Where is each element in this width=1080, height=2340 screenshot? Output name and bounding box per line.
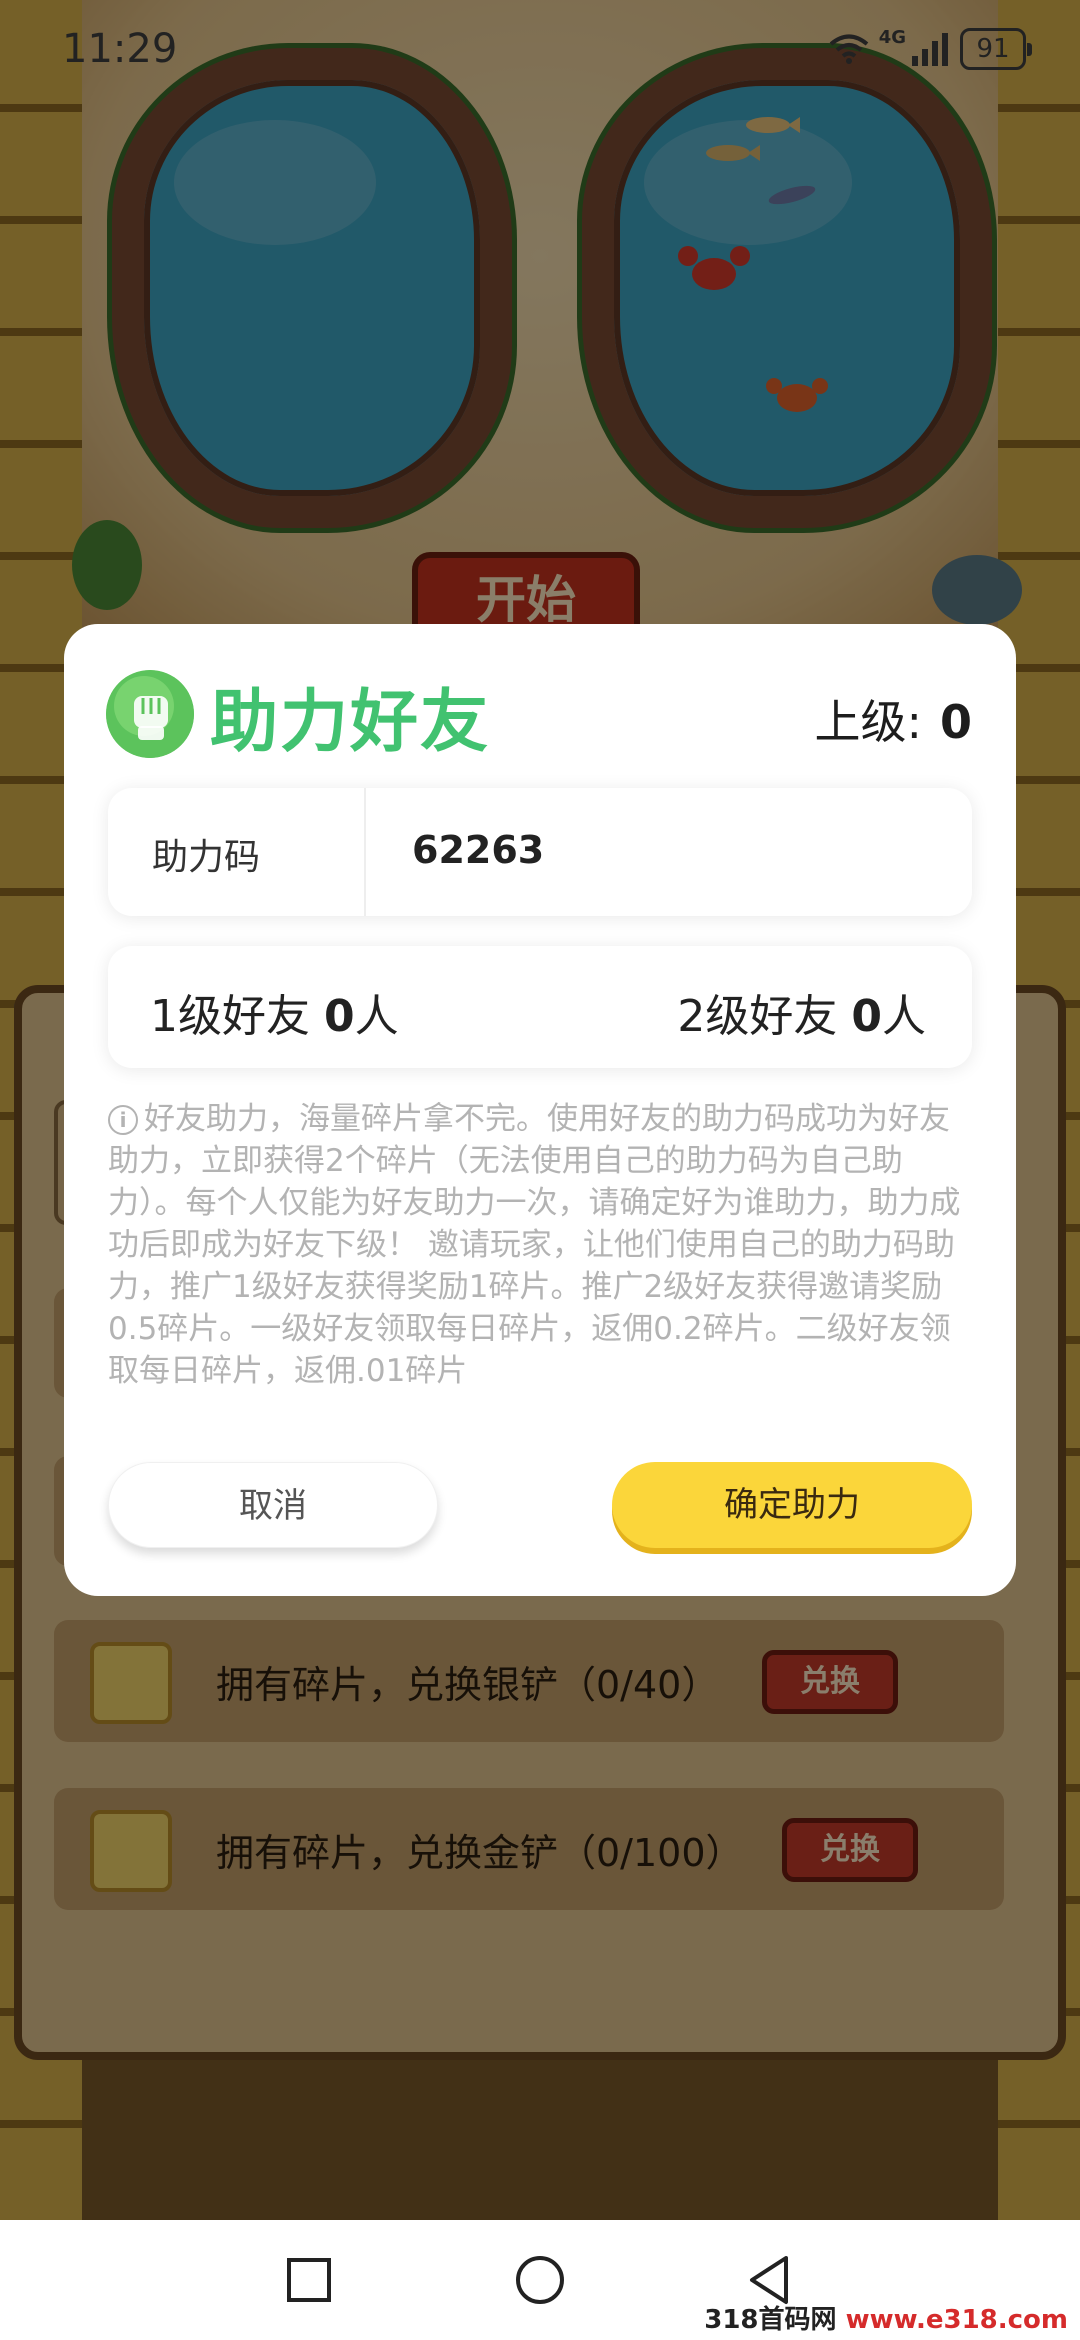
superior-value: 0: [939, 695, 972, 749]
status-bar: 11:29 4G 91: [0, 0, 1080, 92]
navigation-bar: 318首码网 www.e318.com: [0, 2220, 1080, 2340]
status-time: 11:29: [62, 26, 178, 72]
info-icon: i: [108, 1105, 138, 1135]
wifi-icon: [829, 34, 868, 64]
recents-icon[interactable]: [279, 2250, 339, 2310]
assist-code-box: 助力码 62263: [108, 788, 972, 916]
watermark-url: www.e318.com: [845, 2305, 1068, 2335]
level1-friends-label: 1级好友: [150, 991, 310, 1042]
level2-friends-label: 2级好友: [677, 991, 838, 1042]
status-icons: 4G 91: [829, 26, 1032, 72]
people-unit: 人: [354, 991, 399, 1042]
superior-label: 上级:: [814, 695, 922, 749]
battery-indicator: 91: [960, 28, 1032, 70]
network-type: 4G: [878, 26, 906, 48]
level1-friends-count: 0: [324, 991, 355, 1042]
watermark: 318首码网 www.e318.com: [704, 2299, 1068, 2336]
watermark-site: 318首码网: [704, 2305, 837, 2335]
assist-rules-text: i 好友助力，海量碎片拿不完。使用好友的助力码成功为好友助力，立即获得2个碎片（无…: [108, 1098, 978, 1392]
confirm-assist-button[interactable]: 确定助力: [612, 1462, 972, 1548]
signal-icon: [912, 33, 948, 66]
level2-friends: 2级好友 0人: [677, 980, 926, 1044]
assist-code-label: 助力码: [152, 837, 261, 878]
level1-friends: 1级好友 0人: [150, 980, 399, 1044]
assist-code-value[interactable]: 62263: [412, 828, 544, 872]
superior-info: 上级: 0: [814, 686, 972, 752]
cancel-button[interactable]: 取消: [108, 1462, 438, 1548]
assist-rules-body: 好友助力，海量碎片拿不完。使用好友的助力码成功为好友助力，立即获得2个碎片（无法…: [108, 1101, 961, 1389]
people-unit: 人: [882, 991, 926, 1042]
level2-friends-count: 0: [851, 991, 882, 1042]
assist-friend-dialog: 助力好友 上级: 0 助力码 62263 1级好友 0人 2级好友 0人 i 好友助…: [64, 624, 1016, 1596]
fist-icon: [106, 670, 194, 758]
friends-summary: 1级好友 0人 2级好友 0人: [108, 946, 972, 1068]
divider: [364, 788, 366, 916]
dialog-title: 助力好友: [210, 683, 491, 762]
home-icon[interactable]: [510, 2250, 570, 2310]
